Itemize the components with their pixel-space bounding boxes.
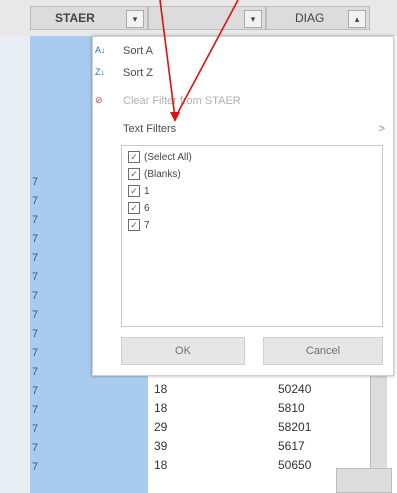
cancel-button-label: Cancel (305, 345, 341, 357)
column-header-c[interactable]: ▾ (148, 6, 266, 30)
table-cell-c[interactable]: 18 (154, 401, 167, 415)
filter-option-label: 1 (144, 185, 150, 197)
table-cell-c[interactable]: 18 (154, 458, 167, 472)
table-cell-staer[interactable]: 7 (32, 252, 38, 264)
sort-z-menu-item[interactable]: Z↓ Sort Z (95, 67, 153, 79)
filter-option[interactable]: ✓ (Select All) (128, 150, 192, 164)
filter-option[interactable]: ✓ 7 (128, 218, 150, 232)
ok-button[interactable]: OK (121, 337, 245, 365)
table-cell-diag[interactable]: 50650 (278, 458, 311, 472)
column-header-staer[interactable]: STAER ▾ (30, 6, 148, 30)
filter-option-label: 7 (144, 219, 150, 231)
table-cell-staer[interactable]: 7 (32, 176, 38, 188)
table-cell-diag[interactable]: 58201 (278, 420, 311, 434)
table-cell-staer[interactable]: 7 (32, 423, 38, 435)
checkbox-1[interactable]: ✓ (128, 185, 140, 197)
sort-a-label: Sort A (123, 45, 153, 57)
table-cell-diag[interactable]: 5617 (278, 439, 305, 453)
column-header-diag-label: DIAG (295, 11, 325, 25)
filter-option-label: (Blanks) (144, 168, 181, 180)
table-cell-staer[interactable]: 7 (32, 385, 38, 397)
ok-button-label: OK (175, 345, 191, 357)
table-cell-diag[interactable]: 50240 (278, 382, 311, 396)
clear-filter-label: Clear Filter from STAER (123, 95, 241, 107)
filter-dropdown-c[interactable]: ▾ (244, 10, 262, 28)
horizontal-scrollbar[interactable] (336, 468, 392, 493)
filter-option[interactable]: ✓ 6 (128, 201, 150, 215)
filter-dropdown-panel: A↓ Sort A Z↓ Sort Z ⊘ Clear Filter from … (92, 36, 394, 376)
table-cell-staer[interactable]: 7 (32, 366, 38, 378)
row-header-strip (0, 36, 31, 493)
filter-option-label: 6 (144, 202, 150, 214)
table-cell-staer[interactable]: 7 (32, 271, 38, 283)
table-cell-c[interactable]: 18 (154, 382, 167, 396)
text-filters-label: Text Filters (123, 123, 177, 135)
table-cell-staer[interactable]: 7 (32, 347, 38, 359)
filter-dropdown-diag[interactable]: ▴ (348, 10, 366, 28)
checkbox-7[interactable]: ✓ (128, 219, 140, 231)
table-cell-staer[interactable]: 7 (32, 214, 38, 226)
table-cell-staer[interactable]: 7 (32, 290, 38, 302)
column-header-diag[interactable]: DIAG ▴ (266, 6, 370, 30)
filter-option[interactable]: ✓ (Blanks) (128, 167, 181, 181)
sort-ascending-icon: A↓ (95, 45, 106, 55)
sort-a-menu-item[interactable]: A↓ Sort A (95, 45, 153, 57)
filter-option[interactable]: ✓ 1 (128, 184, 150, 198)
column-header-staer-label: STAER (55, 11, 95, 25)
table-cell-staer[interactable]: 7 (32, 461, 38, 473)
table-cell-staer[interactable]: 7 (32, 404, 38, 416)
column-header-bar: STAER ▾ ▾ DIAG ▴ (0, 0, 397, 37)
clear-filter-icon: ⊘ (95, 95, 103, 105)
checkbox-select-all[interactable]: ✓ (128, 151, 140, 163)
cancel-button[interactable]: Cancel (263, 337, 383, 365)
text-filters-menu-item[interactable]: Text Filters > (123, 123, 385, 135)
table-cell-staer[interactable]: 7 (32, 442, 38, 454)
table-cell-diag[interactable]: 5810 (278, 401, 305, 415)
checkbox-6[interactable]: ✓ (128, 202, 140, 214)
filter-values-list[interactable]: ✓ (Select All) ✓ (Blanks) ✓ 1 ✓ 6 ✓ 7 (121, 145, 383, 327)
table-cell-staer[interactable]: 7 (32, 309, 38, 321)
filter-option-label: (Select All) (144, 151, 192, 163)
sort-z-label: Sort Z (123, 67, 153, 79)
filter-dropdown-staer[interactable]: ▾ (126, 10, 144, 28)
table-cell-c[interactable]: 29 (154, 420, 167, 434)
table-cell-c[interactable]: 39 (154, 439, 167, 453)
checkbox-blanks[interactable]: ✓ (128, 168, 140, 180)
clear-filter-menu-item[interactable]: ⊘ Clear Filter from STAER (95, 95, 241, 107)
table-cell-staer[interactable]: 7 (32, 233, 38, 245)
submenu-arrow-icon: > (378, 123, 385, 135)
table-cell-staer[interactable]: 7 (32, 328, 38, 340)
sort-descending-icon: Z↓ (95, 67, 105, 77)
table-cell-staer[interactable]: 7 (32, 195, 38, 207)
